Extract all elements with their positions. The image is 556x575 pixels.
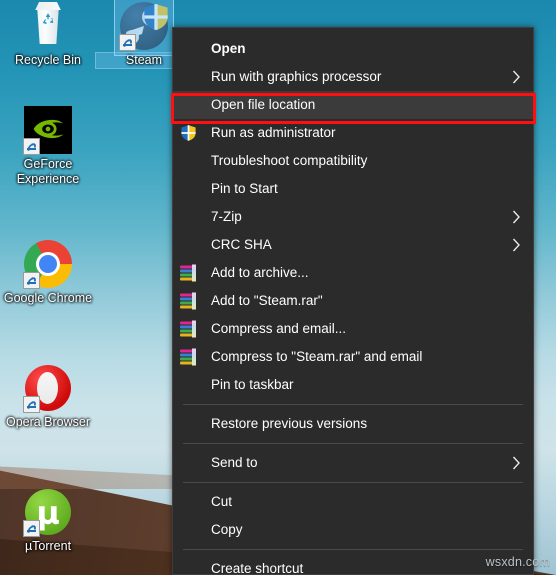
menu-item-add-to-archive[interactable]: Add to archive... (173, 259, 533, 287)
menu-item-pin-to-start[interactable]: Pin to Start (173, 175, 533, 203)
shortcut-arrow-icon (23, 396, 40, 413)
menu-item-run-as-administrator[interactable]: Run as administrator (173, 119, 533, 147)
shortcut-arrow-icon (23, 272, 40, 289)
winrar-icon (180, 320, 197, 338)
utorrent-icon: µ (23, 488, 72, 537)
chevron-right-icon (512, 70, 521, 85)
watermark: wsxdn.com (485, 555, 550, 569)
menu-item-send-to[interactable]: Send to (173, 449, 533, 477)
menu-item-label: Cut (211, 494, 233, 510)
chevron-right-icon (512, 456, 521, 471)
menu-item-restore-previous-versions[interactable]: Restore previous versions (173, 410, 533, 438)
desktop-icon-label: GeForce Experience (16, 157, 80, 186)
menu-separator (183, 482, 523, 483)
menu-item-label: Run with graphics processor (211, 69, 382, 85)
winrar-icon (180, 292, 197, 310)
menu-item-label: Add to "Steam.rar" (211, 293, 323, 309)
menu-item-create-shortcut[interactable]: Create shortcut (173, 555, 533, 575)
menu-item-label: Restore previous versions (211, 416, 368, 432)
desktop-icon-recycle-bin[interactable]: Recycle Bin (0, 2, 96, 68)
menu-item-label: Pin to taskbar (211, 377, 294, 393)
menu-item-label: Copy (211, 522, 243, 538)
menu-item-label: Run as administrator (211, 125, 336, 141)
menu-item-label: Troubleshoot compatibility (211, 153, 368, 169)
menu-item-run-with-graphics-processor[interactable]: Run with graphics processor (173, 63, 533, 91)
menu-item-label: Open file location (211, 97, 316, 113)
menu-item-label: Create shortcut (211, 561, 304, 575)
menu-item-label: Send to (211, 455, 258, 471)
menu-item-compress-to-steam-rar-and-email[interactable]: Compress to "Steam.rar" and email (173, 343, 533, 371)
desktop-icon-label: Opera Browser (5, 415, 91, 429)
shortcut-arrow-icon (23, 520, 40, 537)
menu-item-copy[interactable]: Copy (173, 516, 533, 544)
desktop-icon-label: µTorrent (24, 539, 72, 553)
menu-item-label: Add to archive... (211, 265, 309, 281)
chevron-right-icon (512, 238, 521, 253)
menu-item-7-zip[interactable]: 7-Zip (173, 203, 533, 231)
menu-item-label: CRC SHA (211, 237, 272, 253)
menu-separator (183, 549, 523, 550)
chevron-right-icon (512, 210, 521, 225)
menu-item-label: Pin to Start (211, 181, 278, 197)
context-menu[interactable]: Open Run with graphics processor Open file… (172, 27, 534, 575)
shortcut-arrow-icon (23, 138, 40, 155)
uac-shield-icon (180, 125, 197, 142)
menu-item-open[interactable]: Open (173, 35, 533, 63)
winrar-icon (180, 264, 197, 282)
steam-icon (114, 0, 174, 56)
menu-item-label: 7-Zip (211, 209, 242, 225)
menu-item-label: Compress and email... (211, 321, 347, 337)
menu-item-label: Compress to "Steam.rar" and email (211, 349, 423, 365)
desktop-icon-label: Google Chrome (3, 291, 93, 305)
desktop-icon-opera-browser[interactable]: Opera Browser (0, 364, 96, 430)
menu-item-crc-sha[interactable]: CRC SHA (173, 231, 533, 259)
desktop-icon-utorrent[interactable]: µ µTorrent (0, 488, 96, 554)
menu-item-cut[interactable]: Cut (173, 488, 533, 516)
desktop-icon-label: Recycle Bin (15, 53, 81, 67)
recycle-bin-icon (24, 2, 72, 50)
menu-separator (183, 443, 523, 444)
menu-item-troubleshoot-compatibility[interactable]: Troubleshoot compatibility (173, 147, 533, 175)
desktop-icon-google-chrome[interactable]: Google Chrome (0, 240, 96, 306)
desktop-icon-geforce-experience[interactable]: GeForce Experience (0, 106, 96, 187)
shortcut-arrow-icon (119, 34, 136, 51)
menu-item-label: Open (211, 41, 246, 57)
opera-browser-icon (23, 364, 72, 413)
menu-item-open-file-location[interactable]: Open file location (173, 91, 533, 119)
geforce-experience-icon (23, 106, 72, 155)
menu-item-add-to-steam-rar[interactable]: Add to "Steam.rar" (173, 287, 533, 315)
winrar-icon (180, 348, 197, 366)
menu-item-compress-and-email[interactable]: Compress and email... (173, 315, 533, 343)
menu-separator (183, 404, 523, 405)
menu-item-pin-to-taskbar[interactable]: Pin to taskbar (173, 371, 533, 399)
google-chrome-icon (23, 240, 72, 289)
